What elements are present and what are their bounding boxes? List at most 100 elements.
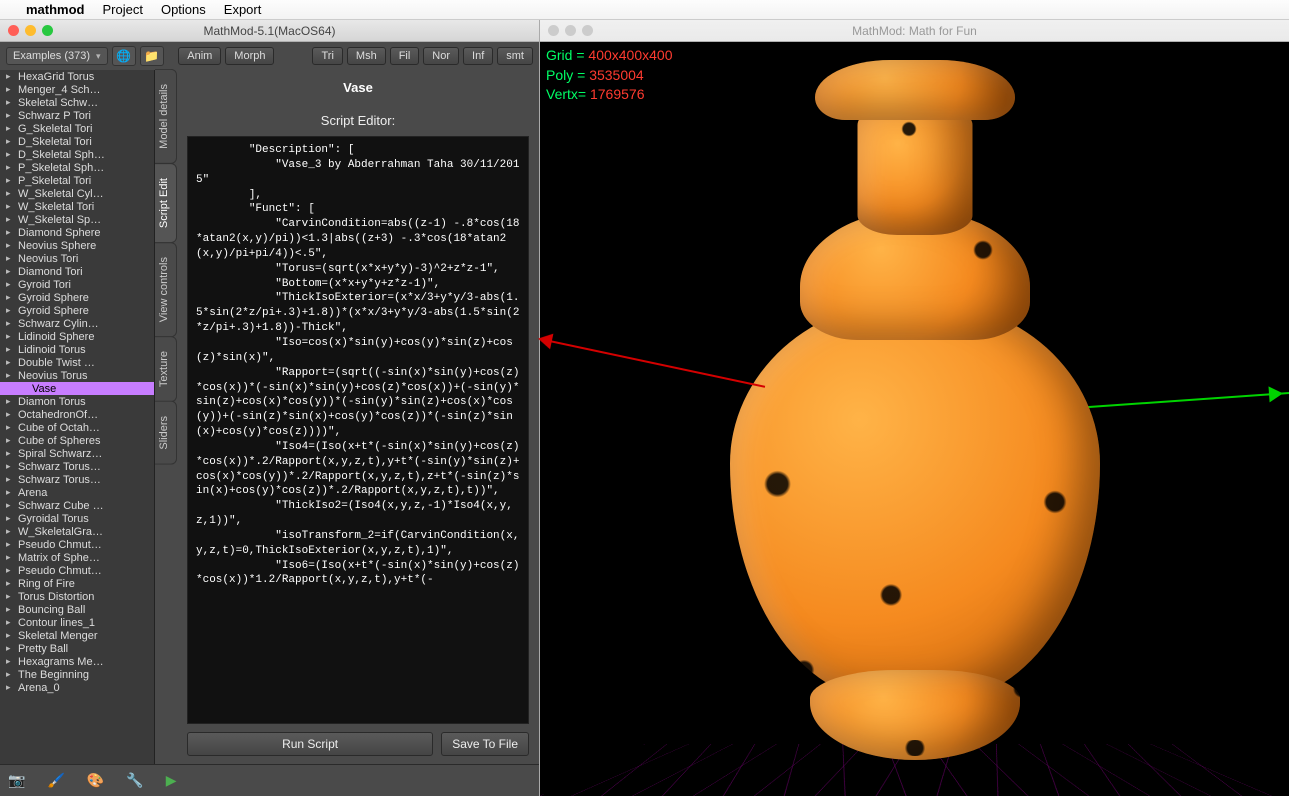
camera-icon[interactable]: 📷 [8, 772, 25, 789]
script-editor-label: Script Editor: [187, 109, 529, 136]
close-icon[interactable] [8, 25, 19, 36]
tree-item[interactable]: Double Twist … [0, 356, 154, 369]
save-to-file-button[interactable]: Save To File [441, 732, 529, 756]
tree-item[interactable]: Neovius Torus [0, 369, 154, 382]
tree-item[interactable]: HexaGrid Torus [0, 70, 154, 83]
tree-item[interactable]: Schwarz Cube … [0, 499, 154, 512]
examples-tree[interactable]: HexaGrid TorusMenger_4 Sch…Skeletal Schw… [0, 70, 155, 764]
tree-item[interactable]: Contour lines_1 [0, 616, 154, 629]
tree-item[interactable]: Schwarz Torus… [0, 460, 154, 473]
tree-item[interactable]: Arena_0 [0, 681, 154, 694]
folder-icon[interactable]: 📁 [140, 46, 164, 66]
tab-sliders[interactable]: Sliders [155, 401, 177, 465]
menu-project[interactable]: Project [103, 2, 143, 17]
tree-item[interactable]: Cube of Spheres [0, 434, 154, 447]
close-icon[interactable] [548, 25, 559, 36]
tree-item[interactable]: Diamon Torus [0, 395, 154, 408]
tree-item[interactable]: Gyroid Sphere [0, 291, 154, 304]
chevron-down-icon: ▾ [96, 51, 101, 62]
fil-button[interactable]: Fil [390, 47, 420, 65]
tree-item[interactable]: P_Skeletal Sph… [0, 161, 154, 174]
tab-script-edit[interactable]: Script Edit [155, 163, 177, 243]
tree-item[interactable]: Arena [0, 486, 154, 499]
tree-item[interactable]: W_Skeletal Sp… [0, 213, 154, 226]
tree-item[interactable]: Hexagrams Me… [0, 655, 154, 668]
msh-button[interactable]: Msh [347, 47, 386, 65]
tab-view-controls[interactable]: View controls [155, 242, 177, 337]
tree-item[interactable]: Vase [0, 382, 154, 395]
wrench-icon[interactable]: 🔧 [126, 772, 143, 789]
minimize-icon[interactable] [25, 25, 36, 36]
tree-item[interactable]: The Beginning [0, 668, 154, 681]
macos-menubar: mathmod Project Options Export [0, 0, 1289, 20]
tree-item[interactable]: Gyroid Sphere [0, 304, 154, 317]
editor-titlebar[interactable]: MathMod-5.1(MacOS64) [0, 20, 539, 42]
globe-icon[interactable]: 🌐 [112, 46, 136, 66]
tree-item[interactable]: Neovius Tori [0, 252, 154, 265]
menu-options[interactable]: Options [161, 2, 206, 17]
tree-item[interactable]: D_Skeletal Tori [0, 135, 154, 148]
tree-item[interactable]: Neovius Sphere [0, 239, 154, 252]
tree-item[interactable]: Bouncing Ball [0, 603, 154, 616]
minimize-icon[interactable] [565, 25, 576, 36]
tree-item[interactable]: Schwarz P Tori [0, 109, 154, 122]
smt-button[interactable]: smt [497, 47, 533, 65]
tab-model-details[interactable]: Model details [155, 69, 177, 164]
tree-item[interactable]: Lidinoid Sphere [0, 330, 154, 343]
viewport-window-title: MathMod: Math for Fun [540, 24, 1289, 38]
bottom-toolbar: 📷 🖌️ 🎨 🔧 ▶ [0, 764, 539, 796]
examples-dropdown-label: Examples (373) [13, 50, 90, 62]
vert-value: 1769576 [590, 85, 645, 105]
tree-item[interactable]: Lidinoid Torus [0, 343, 154, 356]
tree-item[interactable]: P_Skeletal Tori [0, 174, 154, 187]
tree-item[interactable]: Spiral Schwarz… [0, 447, 154, 460]
script-editor-pane: Vase Script Editor: "Description": [ "Va… [177, 70, 539, 764]
tree-item[interactable]: Cube of Octah… [0, 421, 154, 434]
nor-button[interactable]: Nor [423, 47, 459, 65]
editor-window-title: MathMod-5.1(MacOS64) [0, 24, 539, 38]
vert-label: Vertx= [546, 85, 586, 105]
menu-export[interactable]: Export [224, 2, 262, 17]
brush-icon[interactable]: 🖌️ [47, 772, 64, 789]
tree-item[interactable]: W_SkeletalGra… [0, 525, 154, 538]
tree-item[interactable]: W_Skeletal Tori [0, 200, 154, 213]
app-name[interactable]: mathmod [26, 2, 85, 17]
tree-item[interactable]: Torus Distortion [0, 590, 154, 603]
tree-item[interactable]: Schwarz Torus… [0, 473, 154, 486]
tree-item[interactable]: Pseudo Chmut… [0, 538, 154, 551]
viewport-window: MathMod: Math for Fun Grid = 400x400x400… [540, 20, 1289, 796]
run-script-button[interactable]: Run Script [187, 732, 433, 756]
model-name-label: Vase [187, 76, 529, 109]
tree-item[interactable]: Gyroidal Torus [0, 512, 154, 525]
tree-item[interactable]: Diamond Tori [0, 265, 154, 278]
tri-button[interactable]: Tri [312, 47, 342, 65]
tree-item[interactable]: Menger_4 Sch… [0, 83, 154, 96]
morph-button[interactable]: Morph [225, 47, 274, 65]
tree-item[interactable]: Ring of Fire [0, 577, 154, 590]
tree-item[interactable]: Schwarz Cylin… [0, 317, 154, 330]
tree-item[interactable]: G_Skeletal Tori [0, 122, 154, 135]
zoom-icon[interactable] [582, 25, 593, 36]
tree-item[interactable]: OctahedronOf… [0, 408, 154, 421]
zoom-icon[interactable] [42, 25, 53, 36]
tree-item[interactable]: Gyroid Tori [0, 278, 154, 291]
tree-item[interactable]: Skeletal Schw… [0, 96, 154, 109]
top-toolbar: Examples (373) ▾ 🌐 📁 Anim Morph Tri Msh … [0, 42, 539, 70]
tree-item[interactable]: Pseudo Chmut… [0, 564, 154, 577]
tab-texture[interactable]: Texture [155, 336, 177, 402]
grid-label: Grid = [546, 46, 585, 66]
3d-viewport[interactable]: Grid = 400x400x400 Poly = 3535004 Vertx=… [540, 42, 1289, 796]
tree-item[interactable]: Diamond Sphere [0, 226, 154, 239]
play-icon[interactable]: ▶ [166, 772, 177, 789]
anim-button[interactable]: Anim [178, 47, 221, 65]
tree-item[interactable]: W_Skeletal Cyl… [0, 187, 154, 200]
tree-item[interactable]: Skeletal Menger [0, 629, 154, 642]
inf-button[interactable]: Inf [463, 47, 493, 65]
viewport-titlebar[interactable]: MathMod: Math for Fun [540, 20, 1289, 42]
tree-item[interactable]: D_Skeletal Sph… [0, 148, 154, 161]
script-textarea[interactable]: "Description": [ "Vase_3 by Abderrahman … [187, 136, 529, 724]
examples-dropdown[interactable]: Examples (373) ▾ [6, 47, 108, 65]
tree-item[interactable]: Matrix of Sphe… [0, 551, 154, 564]
tree-item[interactable]: Pretty Ball [0, 642, 154, 655]
palette-icon[interactable]: 🎨 [87, 772, 104, 789]
